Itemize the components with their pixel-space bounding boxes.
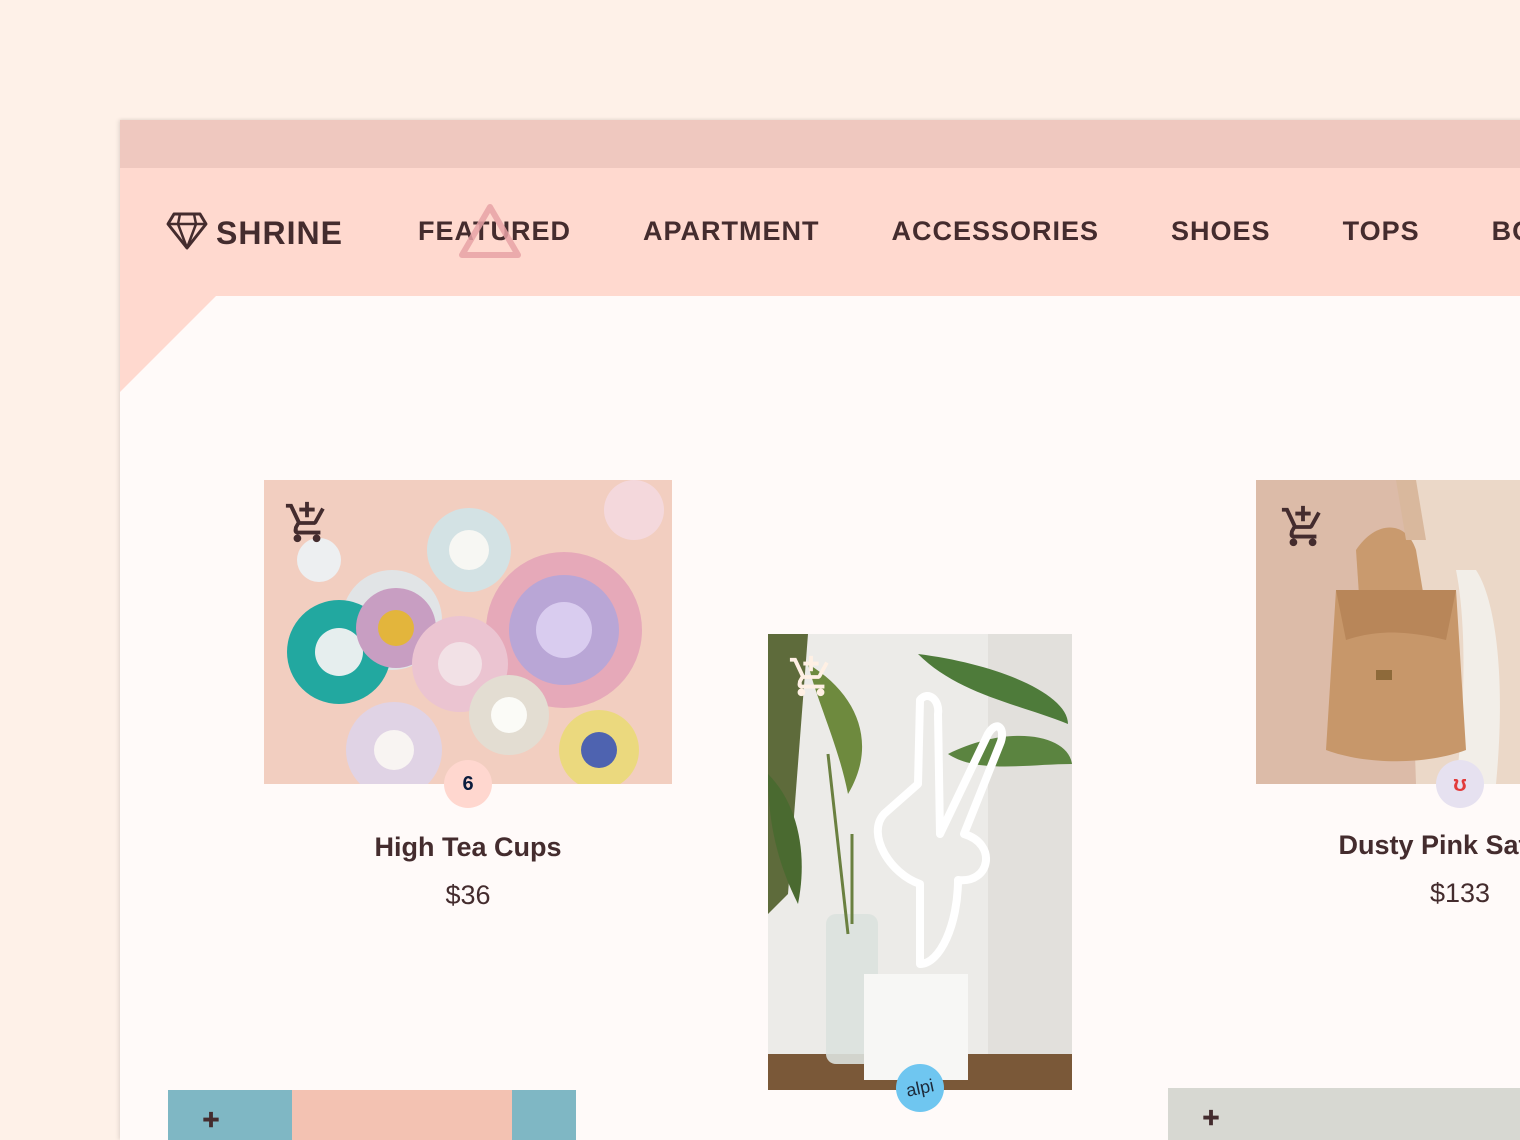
tab-bottoms[interactable]: BOTTOMS [1492, 216, 1520, 247]
window-titlebar [120, 120, 1520, 168]
brand-name: SHRINE [216, 215, 343, 251]
category-nav: FEATURED APARTMENT ACCESSORIES SHOES TOP… [418, 204, 1520, 258]
tab-featured[interactable]: FEATURED [418, 204, 571, 258]
tab-label: SHOES [1171, 216, 1271, 246]
tab-apartment[interactable]: APARTMENT [643, 216, 819, 247]
add-to-cart-icon[interactable] [284, 500, 330, 551]
product-name: High Tea Cups [374, 832, 562, 862]
product-name: Dusty Pink Satchel [1338, 830, 1520, 860]
product-price: $133 [1429, 878, 1491, 908]
add-to-cart-icon[interactable] [188, 1110, 234, 1140]
tab-accessories[interactable]: ACCESSORIES [891, 216, 1099, 247]
shrine-logo[interactable]: SHRINE [166, 210, 343, 257]
vendor-badge: 6 [444, 760, 492, 808]
product-price: $36 [445, 880, 491, 910]
add-to-cart-icon[interactable] [1188, 1108, 1234, 1140]
tab-label: TOPS [1342, 216, 1420, 246]
product-card-high-tea-cups[interactable]: 6 High Tea Cups $36 [264, 480, 672, 910]
product-card-peace-lamp[interactable]: alpi [768, 634, 1072, 1117]
tab-label: FEATURED [418, 216, 571, 246]
vendor-badge: ʊ [1436, 760, 1484, 808]
product-card-dusty-pink-satchel[interactable]: ʊ Dusty Pink Satchel $133 [1256, 480, 1520, 940]
product-grid: 6 High Tea Cups $36 alpi ʊ Dusty Pink Sa… [120, 296, 1520, 1140]
tab-label: APARTMENT [643, 216, 820, 246]
add-to-cart-icon[interactable] [1280, 504, 1326, 555]
app-header: SHRINE FEATURED APARTMENT ACCESSORIES SH… [120, 168, 1520, 296]
product-card-partial[interactable] [168, 1090, 576, 1140]
diamond-logo-icon [166, 210, 208, 257]
product-card-partial[interactable] [1168, 1088, 1520, 1140]
tab-label: BOTTOMS [1491, 216, 1520, 246]
tab-shoes[interactable]: SHOES [1171, 216, 1271, 247]
tab-label: ACCESSORIES [891, 216, 1100, 246]
app-window: SHRINE FEATURED APARTMENT ACCESSORIES SH… [120, 120, 1520, 1140]
tab-tops[interactable]: TOPS [1343, 216, 1420, 247]
add-to-cart-icon[interactable] [788, 654, 834, 705]
